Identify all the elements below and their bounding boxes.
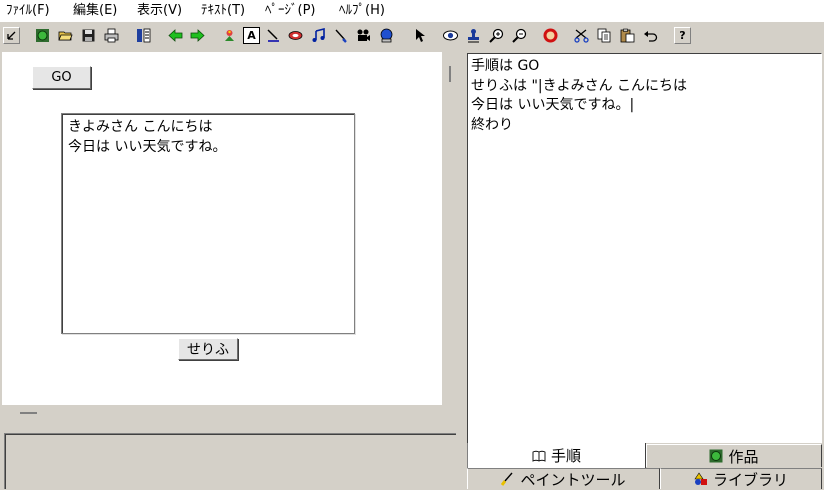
tab-paint-tool[interactable]: ペイントツール <box>467 468 660 489</box>
speech-line: きよみさん こんにちは <box>68 119 213 135</box>
tab-script[interactable]: 手順 <box>467 443 646 468</box>
stamp-icon[interactable] <box>465 27 482 44</box>
zoom-out-icon[interactable] <box>511 27 528 44</box>
tab-works-label: 作品 <box>728 447 759 466</box>
tab-works[interactable]: 作品 <box>646 444 822 467</box>
page-tray[interactable] <box>4 433 456 489</box>
script-editor[interactable]: 手順は GO せりふは "|きよみさん こんにちは 今日は いい天気ですね。| … <box>467 53 822 443</box>
collapse-icon[interactable] <box>20 412 37 414</box>
menu-text[interactable]: ﾃｷｽﾄ(T) <box>201 3 245 19</box>
zoom-in-icon[interactable] <box>488 27 505 44</box>
brush-icon[interactable] <box>332 27 349 44</box>
open-folder-icon[interactable] <box>57 27 74 44</box>
paste-icon[interactable] <box>619 27 636 44</box>
toolbar: A ? <box>0 23 824 51</box>
speech-button[interactable]: せりふ <box>178 338 238 360</box>
tab-paint-tool-label: ペイントツール <box>520 470 626 489</box>
page-list-icon[interactable] <box>135 27 152 44</box>
help-icon[interactable]: ? <box>674 27 691 44</box>
menu-file[interactable]: ﾌｧｲﾙ(F) <box>6 3 50 19</box>
speech-text-box[interactable]: きよみさん こんにちは 今日は いい天気ですね。 <box>61 113 355 334</box>
shapes-icon <box>694 472 708 486</box>
music-note-icon[interactable] <box>310 27 327 44</box>
script-line: 終わり <box>471 116 513 133</box>
globe-link-icon[interactable] <box>378 27 395 44</box>
movie-camera-icon[interactable] <box>355 27 372 44</box>
script-line: せりふは "|きよみさん こんにちは <box>471 77 688 94</box>
world-icon[interactable] <box>34 27 51 44</box>
back-arrow-icon[interactable] <box>167 27 184 44</box>
menu-page[interactable]: ﾍﾟｰｼﾞ(P) <box>265 3 315 19</box>
pen-icon[interactable] <box>265 27 282 44</box>
font-icon[interactable]: A <box>243 27 260 44</box>
forward-arrow-icon[interactable] <box>189 27 206 44</box>
cut-icon[interactable] <box>573 27 590 44</box>
menu-help[interactable]: ﾍﾙﾌﾟ(H) <box>339 3 385 19</box>
tab-library[interactable]: ライブラリ <box>660 468 822 489</box>
tab-library-label: ライブラリ <box>712 470 788 489</box>
copy-icon[interactable] <box>596 27 613 44</box>
menu-view[interactable]: 表示(V) <box>137 3 182 19</box>
print-icon[interactable] <box>103 27 120 44</box>
book-icon <box>532 449 546 463</box>
script-line: 手順は GO <box>471 58 540 74</box>
pane-splitter[interactable] <box>458 52 466 489</box>
pointer-icon[interactable] <box>411 27 428 44</box>
page-tray-header <box>0 405 458 432</box>
stop-hand-icon[interactable] <box>542 27 559 44</box>
brush-icon <box>501 472 515 486</box>
eraser-icon[interactable] <box>287 27 304 44</box>
go-button[interactable]: GO <box>32 66 91 89</box>
script-line: 今日は いい天気ですね。| <box>471 97 635 113</box>
menu-edit[interactable]: 編集(E) <box>73 3 117 19</box>
undo-icon[interactable] <box>642 27 659 44</box>
paint-icon[interactable] <box>221 27 238 44</box>
scroll-indicator[interactable] <box>449 66 451 82</box>
save-icon[interactable] <box>80 27 97 44</box>
speech-line: 今日は いい天気ですね。 <box>68 139 227 155</box>
restore-icon[interactable] <box>3 27 20 44</box>
eye-icon[interactable] <box>442 27 459 44</box>
tab-script-label: 手順 <box>550 447 581 465</box>
menu-bar: ﾌｧｲﾙ(F) 編集(E) 表示(V) ﾃｷｽﾄ(T) ﾍﾟｰｼﾞ(P) ﾍﾙﾌ… <box>0 0 824 22</box>
world-icon <box>709 449 723 463</box>
